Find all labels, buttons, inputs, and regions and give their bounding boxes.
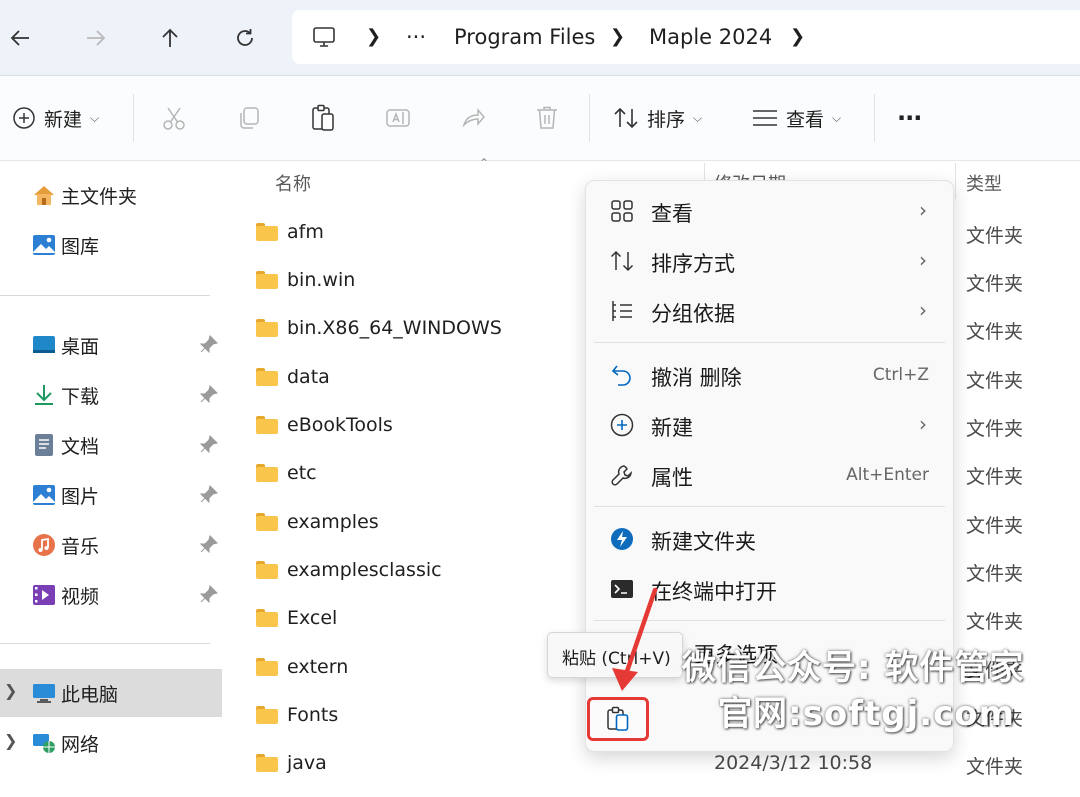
watermark-website: 官网:softgj.com [718,694,1016,734]
watermark-wechat: 微信公众号: 软件管家 [682,648,1025,688]
